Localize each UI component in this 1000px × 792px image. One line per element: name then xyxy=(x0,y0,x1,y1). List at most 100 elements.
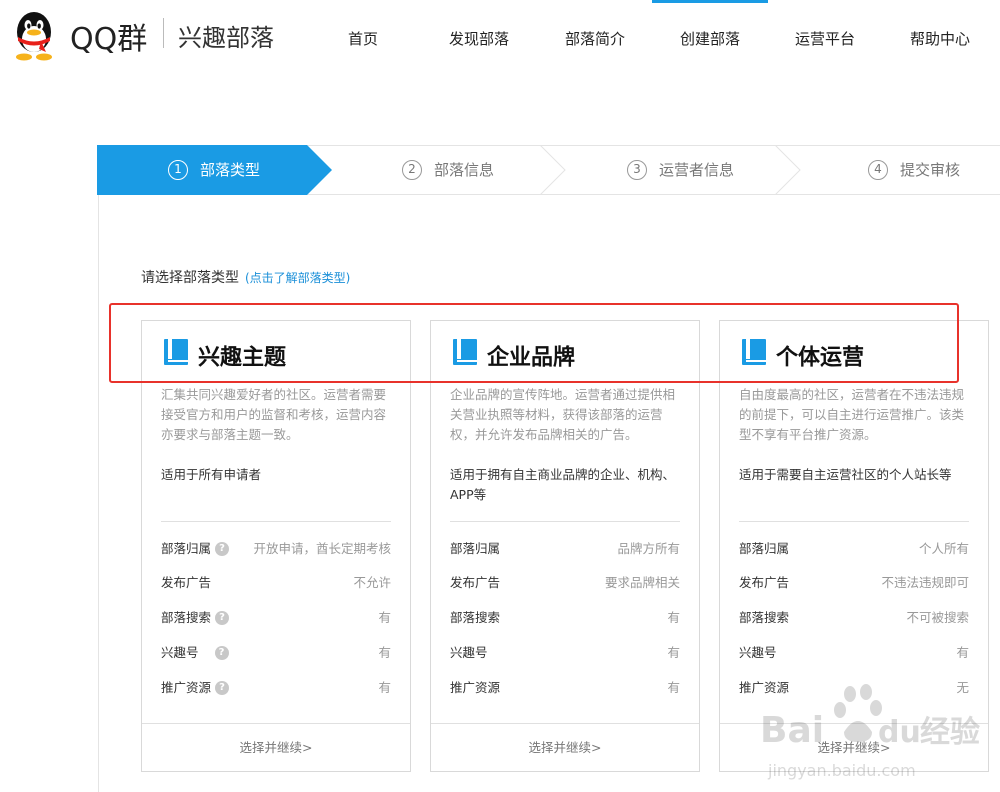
attr-label: 发布广告 xyxy=(450,575,501,590)
book-icon xyxy=(453,339,477,374)
card-divider xyxy=(450,521,680,522)
attr-label: 部落搜索 xyxy=(739,610,790,625)
header: QQ群 兴趣部落 首页 发现部落 部落简介 创建部落 运营平台 帮助中心 xyxy=(0,0,1000,80)
attr-label: 推广资源 xyxy=(450,680,501,695)
card-interest-topic[interactable]: 兴趣主题 汇集共同兴趣爱好者的社区。运营者需要接受官方和用户的监督和考核，运营内… xyxy=(141,320,411,772)
attr-row-search: 部落搜索 不可被搜索 xyxy=(739,608,969,628)
question-icon[interactable]: ? xyxy=(215,610,230,625)
book-icon xyxy=(164,339,188,374)
card-title: 兴趣主题 xyxy=(164,339,287,374)
attr-row-search: 部落搜索 有 xyxy=(450,608,680,628)
attr-row-ads: 发布广告 不允许 xyxy=(161,573,391,593)
step-number: 4 xyxy=(868,159,888,180)
attr-row-promotion: 推广资源 无 xyxy=(739,678,969,698)
brand-subtitle: 兴趣部落 xyxy=(178,24,274,52)
attr-row-interest-id: 兴趣号 有 xyxy=(450,643,680,663)
attr-value: 有 xyxy=(956,645,969,660)
select-continue-button[interactable]: 选择并继续> xyxy=(142,723,410,771)
attr-row-search: 部落搜索? 有 xyxy=(161,608,391,628)
attr-row-promotion: 推广资源 有 xyxy=(450,678,680,698)
card-description: 企业品牌的宣传阵地。运营者通过提供相关营业执照等材料，获得该部落的运营权，并允许… xyxy=(450,387,676,442)
attr-row-interest-id: 兴趣号 有 xyxy=(739,643,969,663)
nav-item-discover[interactable]: 发现部落 xyxy=(421,0,537,80)
step-number: 3 xyxy=(627,159,647,180)
attr-label: 兴趣号 xyxy=(739,645,777,660)
attr-value: 个人所有 xyxy=(918,541,969,556)
card-divider xyxy=(739,521,969,522)
question-icon[interactable]: ? xyxy=(214,645,229,660)
brand-name: QQ群 xyxy=(70,22,148,57)
attr-label: 推广资源 xyxy=(739,680,790,695)
attr-label: 部落搜索 xyxy=(450,610,501,625)
attr-value: 开放申请，酋长定期考核 xyxy=(253,541,391,556)
step-chevron xyxy=(539,145,566,195)
step-label: 提交审核 xyxy=(900,161,961,179)
card-title-text: 兴趣主题 xyxy=(198,345,287,371)
step-chevron xyxy=(774,145,801,195)
step-label: 部落类型 xyxy=(200,161,261,179)
attr-value: 有 xyxy=(667,680,680,695)
attr-label: 发布广告 xyxy=(739,575,790,590)
attr-row-interest-id: 兴趣号? 有 xyxy=(161,643,391,663)
attr-value: 有 xyxy=(667,645,680,660)
content-left-border xyxy=(98,195,99,792)
attr-value: 要求品牌相关 xyxy=(604,575,680,590)
nav-item-help[interactable]: 帮助中心 xyxy=(882,0,998,80)
attr-label: 部落归属 xyxy=(450,541,501,556)
question-icon[interactable]: ? xyxy=(215,541,230,556)
step-submit-review: 4 提交审核 xyxy=(868,146,960,194)
step-label: 运营者信息 xyxy=(659,161,735,179)
nav-item-create[interactable]: 创建部落 xyxy=(652,0,768,80)
attr-value: 有 xyxy=(667,610,680,625)
card-enterprise-brand[interactable]: 企业品牌 企业品牌的宣传阵地。运营者通过提供相关营业执照等材料，获得该部落的运营… xyxy=(430,320,700,772)
attr-value: 不可被搜索 xyxy=(906,610,969,625)
step-number: 2 xyxy=(402,159,422,180)
attr-row-ownership: 部落归属? 开放申请，酋长定期考核 xyxy=(161,539,391,559)
step-operator-info: 3 运营者信息 xyxy=(627,146,734,194)
card-description: 汇集共同兴趣爱好者的社区。运营者需要接受官方和用户的监督和考核，运营内容亦要求与… xyxy=(161,387,387,442)
attr-value: 有 xyxy=(378,645,391,660)
select-continue-button[interactable]: 选择并继续> xyxy=(431,723,699,771)
select-continue-button[interactable]: 选择并继续> xyxy=(720,723,988,771)
book-icon xyxy=(742,339,766,374)
attr-row-ownership: 部落归属 个人所有 xyxy=(739,539,969,559)
step-tribe-info: 2 部落信息 xyxy=(402,146,494,194)
card-divider xyxy=(161,521,391,522)
step-tribe-type: 1 部落类型 xyxy=(168,146,260,194)
attr-row-ads: 发布广告 要求品牌相关 xyxy=(450,573,680,593)
attr-value: 不允许 xyxy=(353,575,391,590)
attr-label: 兴趣号? xyxy=(161,643,229,663)
attr-row-ownership: 部落归属 品牌方所有 xyxy=(450,539,680,559)
attr-value: 无 xyxy=(956,680,969,695)
type-prompt: 请选择部落类型 (点击了解部落类型) xyxy=(141,267,350,287)
nav-item-home[interactable]: 首页 xyxy=(305,0,421,80)
card-target-audience: 适用于需要自主运营社区的个人站长等 xyxy=(739,467,952,482)
attr-label: 部落搜索? xyxy=(161,608,230,628)
card-title-text: 个体运营 xyxy=(776,345,865,371)
attr-value: 有 xyxy=(378,610,391,625)
nav-item-operations[interactable]: 运营平台 xyxy=(767,0,883,80)
card-description: 自由度最高的社区，运营者在不违法违规的前提下，可以自主进行运营推广。该类型不享有… xyxy=(739,387,965,442)
attr-label: 部落归属 xyxy=(739,541,790,556)
attr-label: 推广资源? xyxy=(161,678,230,698)
attr-label: 兴趣号 xyxy=(450,645,488,660)
step-number: 1 xyxy=(168,159,188,180)
learn-tribe-types-link[interactable]: (点击了解部落类型) xyxy=(245,271,350,285)
attr-label: 部落归属? xyxy=(161,539,230,559)
card-title-text: 企业品牌 xyxy=(487,345,576,371)
card-title: 企业品牌 xyxy=(453,339,576,374)
attr-value: 有 xyxy=(378,680,391,695)
attr-value: 不违法违规即可 xyxy=(881,575,969,590)
step-progress: 1 部落类型 2 部落信息 3 运营者信息 4 提交审核 xyxy=(97,145,1000,195)
step-label: 部落信息 xyxy=(434,161,495,179)
nav-item-intro[interactable]: 部落简介 xyxy=(537,0,653,80)
card-target-audience: 适用于所有申请者 xyxy=(161,467,262,482)
brand-divider xyxy=(163,18,164,48)
attr-row-promotion: 推广资源? 有 xyxy=(161,678,391,698)
attr-value: 品牌方所有 xyxy=(617,541,680,556)
card-individual-operation[interactable]: 个体运营 自由度最高的社区，运营者在不违法违规的前提下，可以自主进行运营推广。该… xyxy=(719,320,989,772)
attr-label: 发布广告 xyxy=(161,575,212,590)
qq-penguin-logo[interactable] xyxy=(8,8,60,62)
prompt-text: 请选择部落类型 xyxy=(141,270,239,286)
question-icon[interactable]: ? xyxy=(215,680,230,695)
